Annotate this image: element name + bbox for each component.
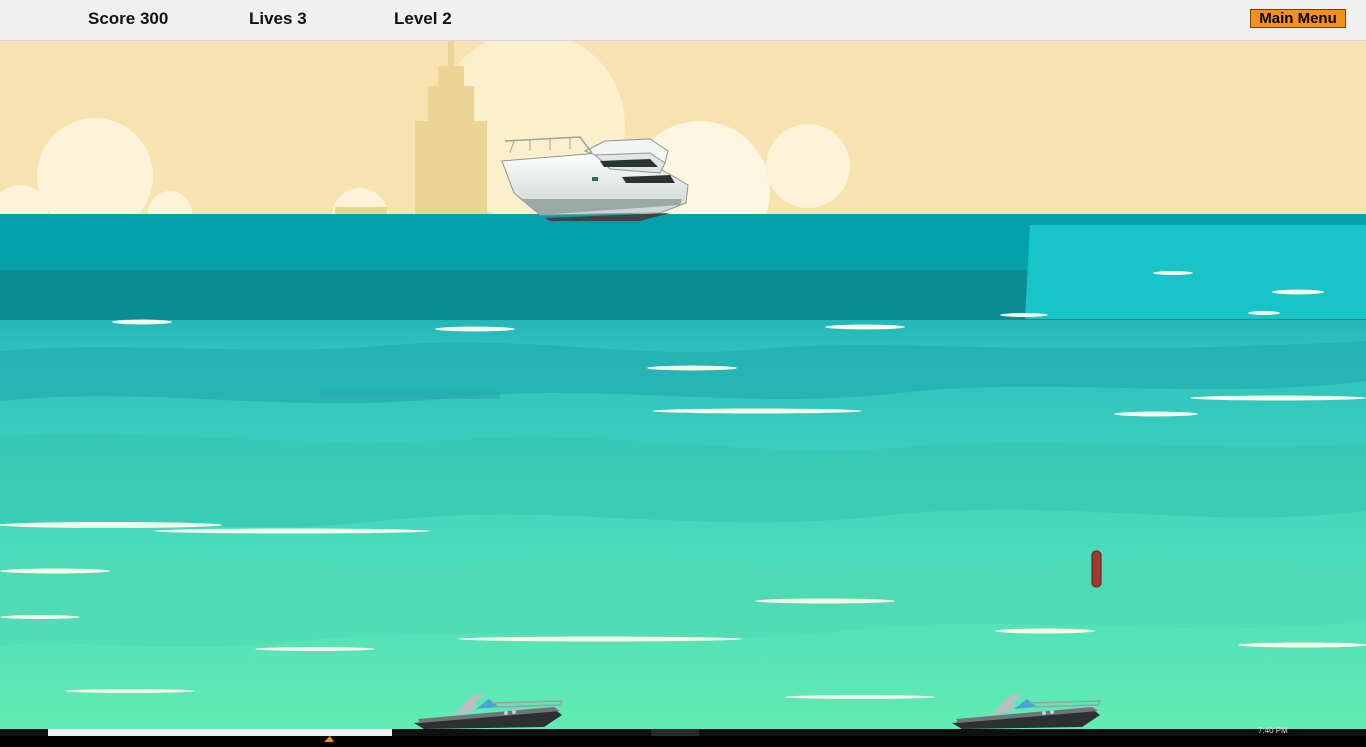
taskbar: 7:40 PM bbox=[0, 726, 1366, 742]
main-menu-button[interactable]: Main Menu bbox=[1250, 9, 1346, 28]
taskbar-clock: 7:40 PM bbox=[1258, 726, 1288, 735]
browser-icon[interactable] bbox=[320, 729, 344, 742]
torpedo bbox=[1091, 550, 1102, 588]
sea-background bbox=[0, 214, 1366, 729]
taskbar-active-app[interactable] bbox=[651, 729, 699, 736]
game-canvas[interactable] bbox=[0, 41, 1366, 729]
lives-label: Lives 3 bbox=[249, 9, 307, 28]
level-label: Level 2 bbox=[394, 9, 452, 28]
score-label: Score 300 bbox=[88, 9, 169, 28]
hud-bar: Score 300 Lives 3 Level 2 Main Menu bbox=[0, 0, 1366, 41]
